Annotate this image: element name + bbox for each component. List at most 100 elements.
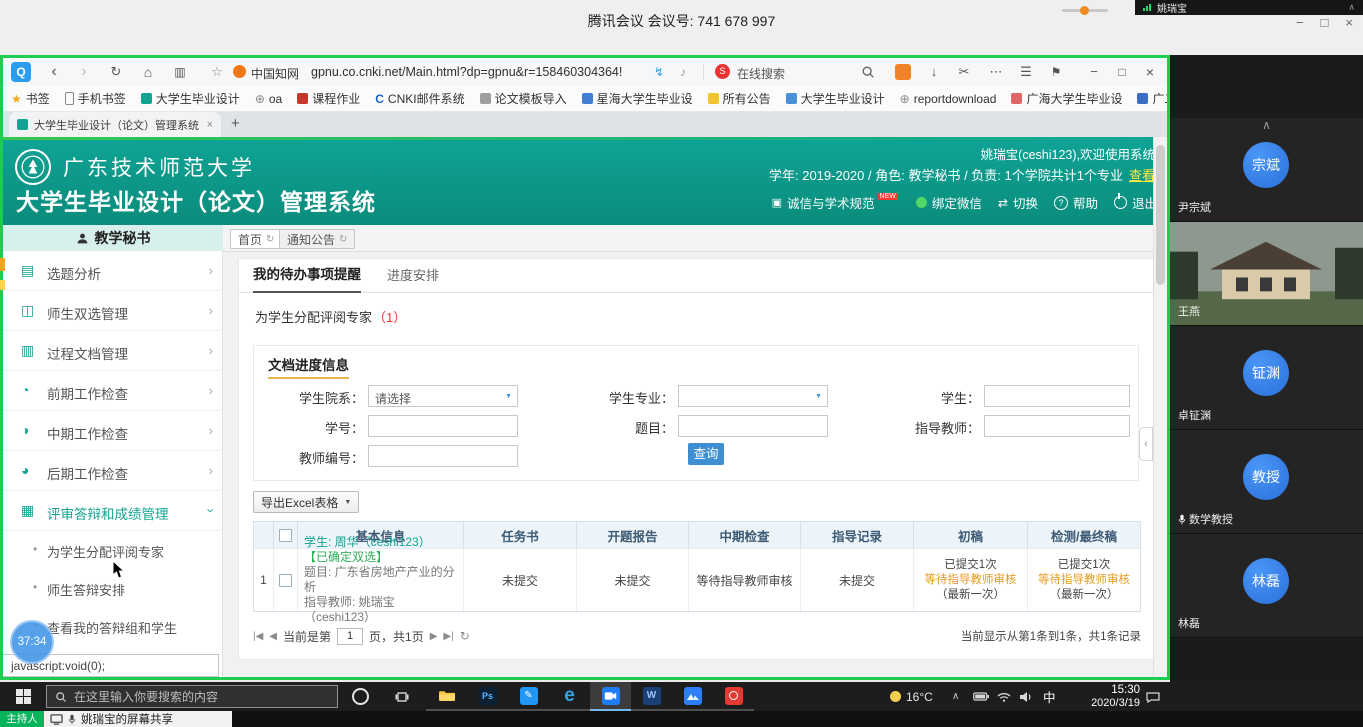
- todo-link[interactable]: 为学生分配评阅专家: [255, 307, 372, 326]
- red-app-button[interactable]: [713, 682, 754, 711]
- action-center-icon[interactable]: [1146, 682, 1160, 711]
- editor-app-button[interactable]: ✎: [508, 682, 549, 711]
- browser-minimize-icon[interactable]: −: [1085, 58, 1103, 86]
- cortana-button[interactable]: [340, 682, 381, 711]
- bookmark-item[interactable]: CCNKI邮件系统: [375, 90, 464, 107]
- participant-tile[interactable]: 宗斌 尹宗斌: [1170, 118, 1363, 222]
- export-excel-dropdown[interactable]: 导出Excel表格 ▼: [253, 491, 359, 513]
- photoshop-button[interactable]: Ps: [467, 682, 508, 711]
- student-input[interactable]: [984, 385, 1130, 407]
- student-link[interactable]: 学生: 周华（ceshi123）: [304, 535, 431, 550]
- minibar-expand-icon[interactable]: ∧: [1348, 2, 1355, 13]
- major-select[interactable]: ▼: [678, 385, 828, 407]
- download-icon[interactable]: ↓: [925, 58, 943, 86]
- new-tab-icon[interactable]: +: [231, 115, 240, 132]
- panel-collapse-handle[interactable]: ‹: [1139, 427, 1153, 461]
- refresh-icon[interactable]: ↻: [266, 234, 274, 245]
- tab-announcements[interactable]: 通知公告↻: [279, 229, 355, 249]
- favorite-star-icon[interactable]: ☆: [209, 58, 225, 86]
- bookmark-item[interactable]: ⊕oa: [255, 92, 282, 106]
- participant-tile[interactable]: 钲渊 卓钲渊: [1170, 326, 1363, 430]
- scrollbar-thumb[interactable]: [1156, 145, 1165, 285]
- sidebar-item-review-defense[interactable]: ▦评审答辩和成绩管理›: [3, 491, 223, 531]
- search-engine-icon[interactable]: S: [715, 64, 730, 79]
- browser-logo[interactable]: Q: [11, 62, 31, 82]
- bookmark-item[interactable]: 课程作业: [297, 90, 360, 107]
- participant-tile[interactable]: 王燕: [1170, 222, 1363, 326]
- participant-tile[interactable]: 教授 数学教授: [1170, 430, 1363, 534]
- bookmark-item[interactable]: 手机书签: [65, 90, 126, 107]
- collector-icon[interactable]: [895, 64, 911, 80]
- topic-input[interactable]: [678, 415, 828, 437]
- minimize-button[interactable]: −: [1296, 16, 1304, 29]
- bookmark-item[interactable]: ⊕reportdownload: [900, 92, 997, 106]
- meeting-minibar[interactable]: 姚瑞宝 ∧: [1135, 0, 1363, 15]
- bookmark-item[interactable]: 所有公告: [708, 90, 771, 107]
- refresh-icon[interactable]: ↻: [339, 234, 347, 245]
- speaker-icon[interactable]: [1019, 682, 1033, 711]
- network-icon[interactable]: [997, 682, 1011, 711]
- dept-select[interactable]: 请选择▼: [368, 385, 518, 407]
- volume-slider[interactable]: [1062, 9, 1108, 12]
- share-indicator[interactable]: 姚瑞宝的屏幕共享: [44, 711, 232, 727]
- advisor-input[interactable]: [984, 415, 1130, 437]
- forward-icon[interactable]: ›: [75, 58, 93, 86]
- bookmark-item[interactable]: 大学生毕业设计: [786, 90, 885, 107]
- last-page-icon[interactable]: ▶|: [443, 631, 453, 642]
- ime-indicator[interactable]: 中: [1043, 682, 1056, 711]
- maximize-button[interactable]: □: [1321, 16, 1329, 29]
- bookmark-item[interactable]: 星海大学生毕业设: [582, 90, 693, 107]
- help-link[interactable]: ?帮助: [1054, 193, 1098, 212]
- tid-input[interactable]: [368, 445, 518, 467]
- draft-status-link[interactable]: 等待指导教师审核: [925, 573, 1017, 588]
- select-all-checkbox[interactable]: [279, 529, 292, 542]
- tab-todo-reminders[interactable]: 我的待办事项提醒: [253, 259, 361, 293]
- tab-schedule[interactable]: 进度安排: [387, 259, 439, 293]
- more-icon[interactable]: ⋯: [987, 58, 1005, 86]
- first-page-icon[interactable]: |◀: [253, 631, 263, 642]
- sidebar-item-mid-check[interactable]: ◑中期工作检查›: [3, 411, 223, 451]
- collapse-videos-icon[interactable]: ∧: [1170, 119, 1363, 131]
- tab-close-icon[interactable]: ×: [207, 119, 213, 131]
- logout-link[interactable]: 退出: [1114, 193, 1157, 212]
- weather-widget[interactable]: 16°C: [890, 682, 933, 711]
- todo-count[interactable]: （1）: [373, 307, 406, 326]
- search-engine-label[interactable]: 在线搜索: [737, 65, 785, 82]
- sidebar-item-process-docs[interactable]: ▥过程文档管理›: [3, 331, 223, 371]
- bookmark-item[interactable]: 论文模板导入: [480, 90, 567, 107]
- taskbar-search-box[interactable]: 在这里输入你要搜索的内容: [46, 685, 338, 708]
- next-page-icon[interactable]: ▶: [430, 631, 438, 642]
- sidebar-item-mutual-selection[interactable]: ◫师生双选管理›: [3, 291, 223, 331]
- bookmark-item[interactable]: 广二师大: [1137, 90, 1167, 107]
- bookmark-item[interactable]: ★书签: [11, 90, 50, 107]
- wps-button[interactable]: W: [631, 682, 672, 711]
- edge-button[interactable]: e: [549, 682, 590, 711]
- site-label[interactable]: 中国知网: [251, 65, 299, 82]
- final-status-link[interactable]: 等待指导教师审核: [1038, 573, 1130, 588]
- browser-maximize-icon[interactable]: □: [1113, 58, 1131, 86]
- address-bar[interactable]: gpnu.co.cnki.net/Main.html?dp=gpnu&r=158…: [311, 65, 622, 79]
- integrity-norms-link[interactable]: ▣诚信与学术规范NEW: [772, 193, 900, 212]
- refresh-icon[interactable]: ↻: [107, 58, 125, 86]
- row-checkbox[interactable]: [279, 574, 292, 587]
- query-button[interactable]: 查询: [688, 443, 724, 465]
- tencent-meeting-button[interactable]: [590, 682, 631, 711]
- sidebar-item-late-check[interactable]: ◕后期工作检查›: [3, 451, 223, 491]
- sid-input[interactable]: [368, 415, 518, 437]
- battery-icon[interactable]: [973, 682, 989, 711]
- sidebar-item-early-check[interactable]: ◔前期工作检查›: [3, 371, 223, 411]
- browser-tab[interactable]: 大学生毕业设计（论文）管理系统 ×: [9, 112, 221, 137]
- volume-knob[interactable]: [1080, 6, 1089, 15]
- taskbar-clock[interactable]: 15:30 2020/3/19: [1066, 684, 1140, 710]
- bookmark-item[interactable]: 广海大学生毕业设: [1011, 90, 1122, 107]
- start-button[interactable]: [0, 682, 46, 711]
- view-link[interactable]: 查看: [1129, 165, 1155, 184]
- sidebar-item-topic-analysis[interactable]: ▤选题分析›: [3, 251, 223, 291]
- notification-marker[interactable]: [0, 280, 5, 290]
- bind-wechat-link[interactable]: 绑定微信: [916, 193, 982, 212]
- page-scrollbar[interactable]: [1153, 137, 1167, 677]
- reload-icon[interactable]: ↻: [460, 629, 470, 643]
- menu-icon[interactable]: ☰: [1017, 58, 1035, 86]
- home-icon[interactable]: ⌂: [139, 58, 157, 86]
- lightning-icon[interactable]: ↯: [651, 58, 667, 86]
